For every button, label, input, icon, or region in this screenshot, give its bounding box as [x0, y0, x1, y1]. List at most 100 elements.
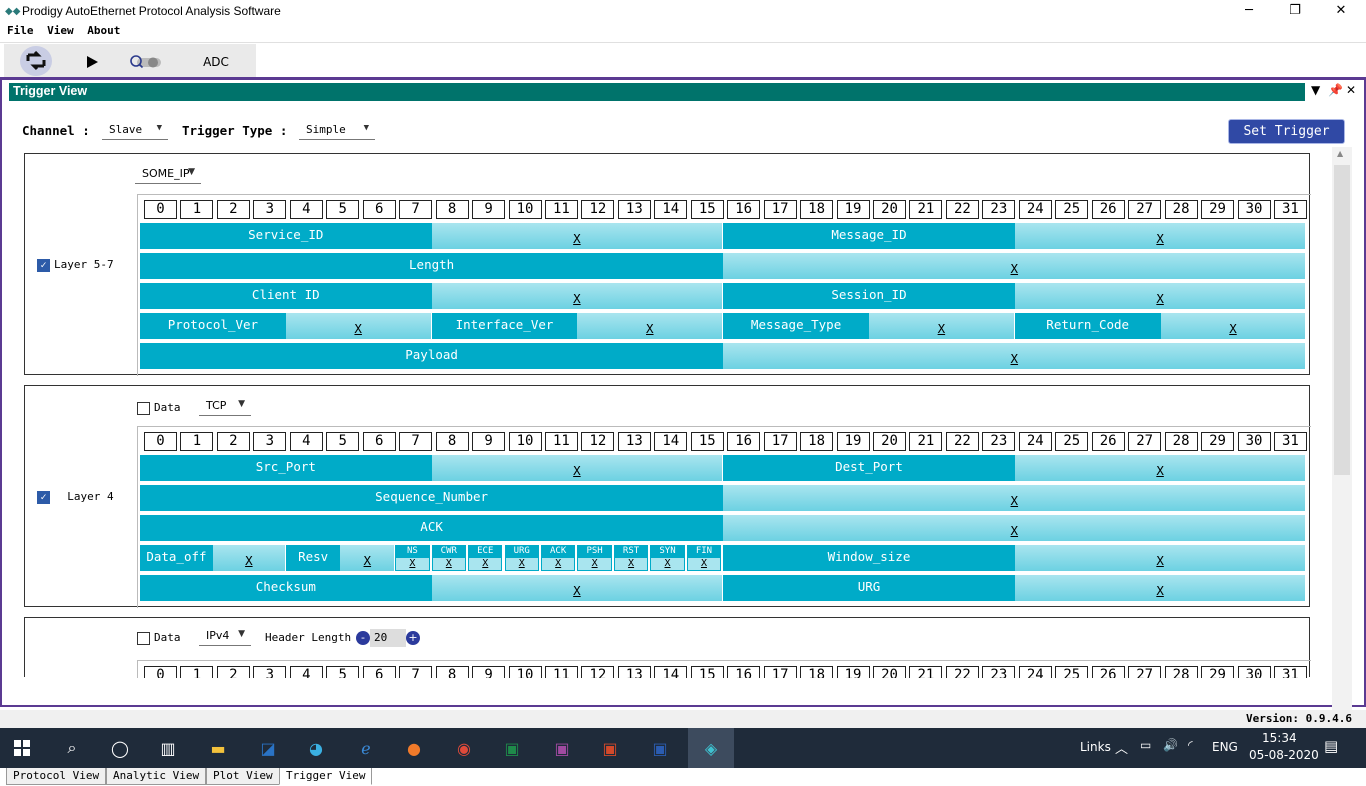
search-icon[interactable]: ⌕: [54, 734, 90, 762]
field-value-input[interactable]: X: [868, 313, 1014, 339]
file-explorer-icon[interactable]: ▬: [200, 734, 236, 762]
layer-4-checkbox[interactable]: ✓ Layer 4: [37, 490, 114, 504]
bit-index: 5: [326, 666, 360, 678]
flag-value-input[interactable]: X: [541, 558, 575, 570]
field-value-input[interactable]: X: [723, 515, 1306, 541]
set-trigger-button[interactable]: Set Trigger: [1228, 119, 1345, 144]
firefox-icon[interactable]: ●: [396, 734, 432, 762]
menu-about[interactable]: About: [80, 22, 120, 37]
field-value-input[interactable]: X: [577, 313, 723, 339]
prodigy-app-icon[interactable]: ◈: [688, 728, 734, 768]
battery-icon[interactable]: ▭: [1140, 738, 1151, 752]
field-value-input[interactable]: X: [431, 455, 723, 481]
tray-chevron-up-icon[interactable]: ︿: [1115, 738, 1128, 757]
field-value-input[interactable]: X: [431, 283, 723, 309]
wifi-icon[interactable]: ◜: [1188, 738, 1193, 752]
vertical-scrollbar[interactable]: ▲ ▼: [1332, 147, 1352, 742]
links-toolbar[interactable]: Links: [1080, 740, 1111, 754]
field-value-input[interactable]: X: [431, 575, 723, 601]
onenote-icon[interactable]: ▣: [544, 734, 580, 762]
flag-value-input[interactable]: X: [651, 558, 684, 570]
language-indicator[interactable]: ENG: [1212, 740, 1238, 754]
flag-value-input[interactable]: X: [614, 558, 648, 570]
clock-time[interactable]: 15:34: [1262, 731, 1297, 745]
layer-5-7-checkbox[interactable]: ✓ Layer 5-7: [37, 258, 114, 272]
layer-4-protocol-select[interactable]: TCP ▼: [199, 396, 251, 416]
bit-index: 22: [945, 432, 979, 451]
protocol-field: Interface_Ver X: [430, 312, 723, 340]
field-row: Payload X: [138, 342, 1308, 370]
trigger-type-select[interactable]: Simple ▼: [299, 120, 375, 140]
layer-4-data-checkbox[interactable]: Data: [137, 401, 181, 415]
field-value-input[interactable]: X: [1160, 313, 1306, 339]
decrement-button[interactable]: -: [356, 631, 370, 645]
tcp-flag-ece: ECE X: [467, 544, 504, 572]
field-value-input[interactable]: X: [212, 545, 285, 571]
notifications-icon[interactable]: ▤: [1324, 737, 1338, 755]
field-value-input[interactable]: X: [1014, 545, 1306, 571]
field-value-input[interactable]: X: [1014, 283, 1306, 309]
pin-icon[interactable]: 📌: [1328, 83, 1343, 97]
panel-close-icon[interactable]: ✕: [1346, 83, 1356, 97]
play-button[interactable]: [80, 48, 104, 76]
field-name: Resv: [298, 549, 329, 564]
field-value-input[interactable]: X: [285, 313, 431, 339]
bit-index: 31: [1273, 200, 1307, 219]
outlook-icon[interactable]: ◪: [250, 734, 286, 762]
flag-value-input[interactable]: X: [396, 558, 429, 570]
bit-index: 29: [1201, 432, 1235, 451]
field-value-input[interactable]: X: [1014, 575, 1306, 601]
maximize-button[interactable]: ❐: [1272, 0, 1318, 22]
panel-menu-icon[interactable]: ▼: [1311, 83, 1320, 97]
bit-index: 15: [690, 666, 724, 678]
protocol-field: Src_Port X: [139, 454, 723, 482]
flag-value-input[interactable]: X: [578, 558, 611, 570]
trigger-controls: Channel : Slave ▼ Trigger Type : Simple ▼: [22, 120, 1362, 144]
menu-view[interactable]: View: [40, 22, 74, 37]
scrollbar-thumb[interactable]: [1334, 165, 1350, 475]
flag-value-input[interactable]: X: [505, 558, 538, 570]
excel-icon[interactable]: ▣: [494, 734, 530, 762]
edge-icon[interactable]: ◕: [298, 734, 334, 762]
layer-4-protocol: TCP: [206, 399, 227, 412]
internet-explorer-icon[interactable]: ℯ: [348, 734, 384, 762]
channel-select[interactable]: Slave ▼: [102, 120, 168, 140]
header-length-input[interactable]: 20: [370, 629, 406, 647]
windows-start-icon[interactable]: [4, 734, 40, 762]
field-name: Payload: [405, 347, 458, 362]
flag-value-input[interactable]: X: [687, 558, 721, 570]
field-value-input[interactable]: X: [1014, 455, 1306, 481]
field-value-input[interactable]: X: [340, 545, 395, 571]
layer-3-protocol-select[interactable]: IPv4 ▼: [199, 626, 251, 646]
field-value-input[interactable]: X: [723, 343, 1306, 369]
layer-5-7-protocol-select[interactable]: SOME_IP ▼: [135, 164, 201, 184]
field-value-input[interactable]: X: [723, 253, 1306, 279]
swap-button[interactable]: [20, 46, 52, 76]
field-name: Message_ID: [831, 227, 907, 242]
minimize-button[interactable]: ─: [1226, 0, 1272, 22]
cortana-icon[interactable]: ◯: [102, 734, 138, 762]
clock-date[interactable]: 05-08-2020: [1249, 748, 1319, 762]
task-view-icon[interactable]: ▥: [150, 734, 186, 762]
bit-index: 20: [873, 666, 906, 678]
field-value-input[interactable]: X: [431, 223, 723, 249]
chrome-icon[interactable]: ◉: [446, 734, 482, 762]
bit-index: 1: [180, 432, 214, 451]
flag-value-input[interactable]: X: [432, 558, 466, 570]
adc-button[interactable]: ADC: [194, 48, 238, 76]
volume-icon[interactable]: 🔊: [1163, 738, 1178, 752]
increment-button[interactable]: +: [406, 631, 420, 645]
field-value-input[interactable]: X: [723, 485, 1306, 511]
word-icon[interactable]: ▣: [642, 734, 678, 762]
menu-file[interactable]: File: [0, 22, 34, 37]
close-button[interactable]: ✕: [1318, 0, 1364, 22]
bit-index: 29: [1201, 666, 1235, 678]
bit-index: 20: [873, 432, 906, 451]
powerpoint-icon[interactable]: ▣: [592, 734, 628, 762]
field-name: Data_off: [146, 549, 207, 564]
flag-value-input[interactable]: X: [469, 558, 502, 570]
scroll-up-icon[interactable]: ▲: [1337, 149, 1343, 158]
layer-3-data-checkbox[interactable]: Data: [137, 631, 181, 645]
field-value-input[interactable]: X: [1014, 223, 1306, 249]
search-toggle[interactable]: [126, 48, 164, 76]
